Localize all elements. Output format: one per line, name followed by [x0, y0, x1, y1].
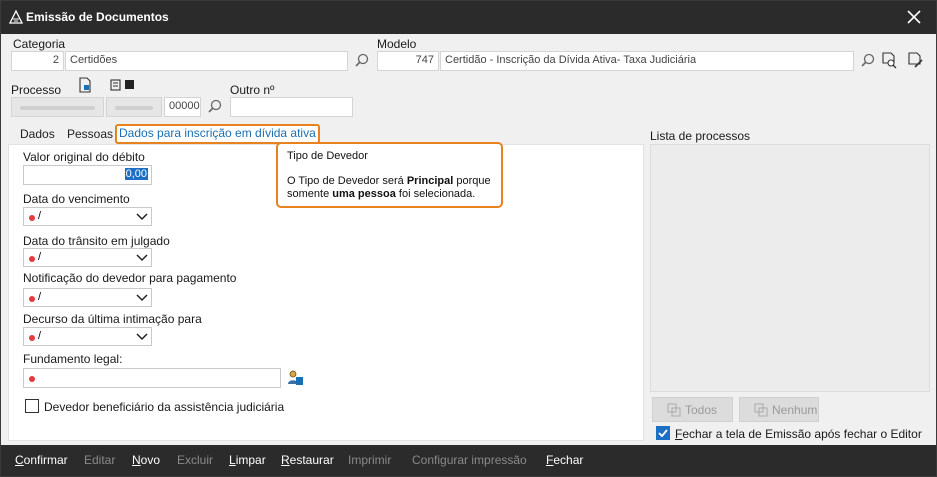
nenhum-label: Nenhum [772, 403, 818, 417]
tab-divida-ativa[interactable]: Dados para inscrição em dívida ativa [115, 124, 320, 144]
confirmar-button[interactable]: Confirmar [15, 453, 68, 467]
notificacao-date-picker[interactable]: / [23, 288, 152, 307]
close-icon[interactable] [906, 9, 922, 25]
chevron-down-icon[interactable] [136, 293, 148, 303]
tooltip-text: somente [287, 188, 333, 200]
modelo-label: Modelo [377, 37, 417, 51]
fechar-button[interactable]: Fechar [546, 453, 583, 467]
processo-number-field[interactable] [11, 97, 104, 117]
required-dot [29, 376, 35, 382]
fundamento-label: Fundamento legal: [23, 352, 123, 366]
tab-dados[interactable]: Dados [17, 126, 58, 144]
vencimento-date-picker[interactable]: / [23, 207, 152, 226]
emissao-window: Emissão de Documentos Categoria 2 Certid… [0, 0, 937, 477]
excluir-button[interactable]: Excluir [177, 453, 213, 467]
tooltip-text: porque [453, 175, 491, 187]
tooltip-body: O Tipo de Devedor será Principal porque … [287, 175, 492, 201]
tooltip-title: Tipo de Devedor [287, 150, 368, 162]
date-separator: / [38, 330, 42, 342]
check-icon [658, 429, 668, 438]
limpar-button[interactable]: Limpar [229, 453, 266, 467]
chevron-down-icon[interactable] [136, 332, 148, 342]
processo-suffix-field[interactable]: 00000 [164, 97, 201, 117]
processo-label: Processo [11, 83, 62, 97]
select-none-icon [754, 403, 768, 417]
transito-label: Data do trânsito em julgado [23, 234, 170, 248]
chevron-down-icon[interactable] [136, 212, 148, 222]
restaurar-button[interactable]: Restaurar [281, 453, 334, 467]
fundamento-input[interactable] [23, 368, 281, 388]
processo-year-field[interactable] [106, 97, 162, 117]
required-dot [29, 335, 35, 341]
processo-search-icon[interactable] [206, 98, 224, 116]
modelo-search-icon[interactable] [859, 52, 877, 70]
categoria-label: Categoria [13, 37, 66, 51]
decurso-date-picker[interactable]: / [23, 327, 152, 346]
lista-processos-label: Lista de processos [650, 129, 751, 143]
modelo-edit-icon[interactable] [906, 51, 924, 69]
lista-processos-box[interactable] [650, 144, 930, 392]
editar-button[interactable]: Editar [84, 453, 115, 467]
processo-flag-icon[interactable] [125, 80, 134, 89]
categoria-code-field[interactable]: 2 [11, 51, 64, 71]
fechar-editor-checkbox[interactable] [656, 426, 670, 440]
tipo-devedor-tooltip: Tipo de Devedor O Tipo de Devedor será P… [276, 142, 503, 208]
vencimento-label: Data do vencimento [23, 192, 130, 206]
select-all-icon [667, 403, 681, 417]
tooltip-bold-principal: Principal [406, 175, 454, 187]
date-separator: / [38, 291, 42, 303]
modelo-preview-icon[interactable] [880, 51, 898, 69]
modelo-code-field[interactable]: 747 [377, 51, 439, 71]
app-logo-icon [9, 10, 23, 24]
valor-input[interactable]: 0,00 [23, 165, 152, 185]
processo-note-icon[interactable] [110, 79, 122, 92]
fundamento-lookup-icon[interactable] [286, 369, 304, 387]
imprimir-button[interactable]: Imprimir [348, 453, 391, 467]
tab-pessoas[interactable]: Pessoas [64, 126, 116, 144]
valor-label: Valor original do débito [23, 150, 145, 164]
modelo-name-field[interactable]: Certidão - Inscrição da Dívida Ativa- Ta… [440, 51, 854, 71]
nenhum-button[interactable]: Nenhum [739, 397, 819, 422]
notificacao-label: Notificação do devedor para pagamento [23, 271, 237, 285]
outro-field[interactable] [230, 97, 353, 117]
configurar-impressao-button[interactable]: Configurar impressão [412, 453, 527, 467]
date-separator: / [38, 251, 42, 263]
chevron-down-icon[interactable] [136, 253, 148, 263]
date-separator: / [38, 210, 42, 222]
tooltip-text: O Tipo de Devedor será [287, 175, 407, 187]
outro-label: Outro nº [230, 83, 275, 97]
beneficiario-checkbox[interactable] [25, 399, 39, 413]
required-dot [29, 256, 35, 262]
transito-date-picker[interactable]: / [23, 248, 152, 267]
processo-doc-icon[interactable] [78, 77, 92, 93]
todos-label: Todos [685, 403, 718, 417]
decurso-label: Decurso da última intimação para [23, 312, 202, 326]
action-bar: Confirmar Editar Novo Excluir Limpar Res… [1, 445, 936, 476]
window-title: Emissão de Documentos [26, 10, 169, 24]
novo-button[interactable]: Novo [132, 453, 160, 467]
tooltip-bold-uma-pessoa: uma pessoa [332, 188, 396, 200]
title-bar: Emissão de Documentos [1, 1, 936, 34]
fechar-editor-label: Fechar a tela de Emissão após fechar o E… [675, 427, 922, 441]
categoria-search-icon[interactable] [353, 52, 371, 70]
required-dot [29, 296, 35, 302]
required-dot [29, 215, 35, 221]
todos-button[interactable]: Todos [652, 397, 733, 422]
categoria-name-field[interactable]: Certidões [65, 51, 348, 71]
beneficiario-label: Devedor beneficiário da assistência judi… [44, 400, 285, 414]
valor-value: 0,00 [124, 168, 148, 180]
fechar-editor-text: echar a tela de Emissão após fechar o Ed… [682, 427, 922, 441]
tooltip-text: foi selecionada. [395, 188, 476, 200]
